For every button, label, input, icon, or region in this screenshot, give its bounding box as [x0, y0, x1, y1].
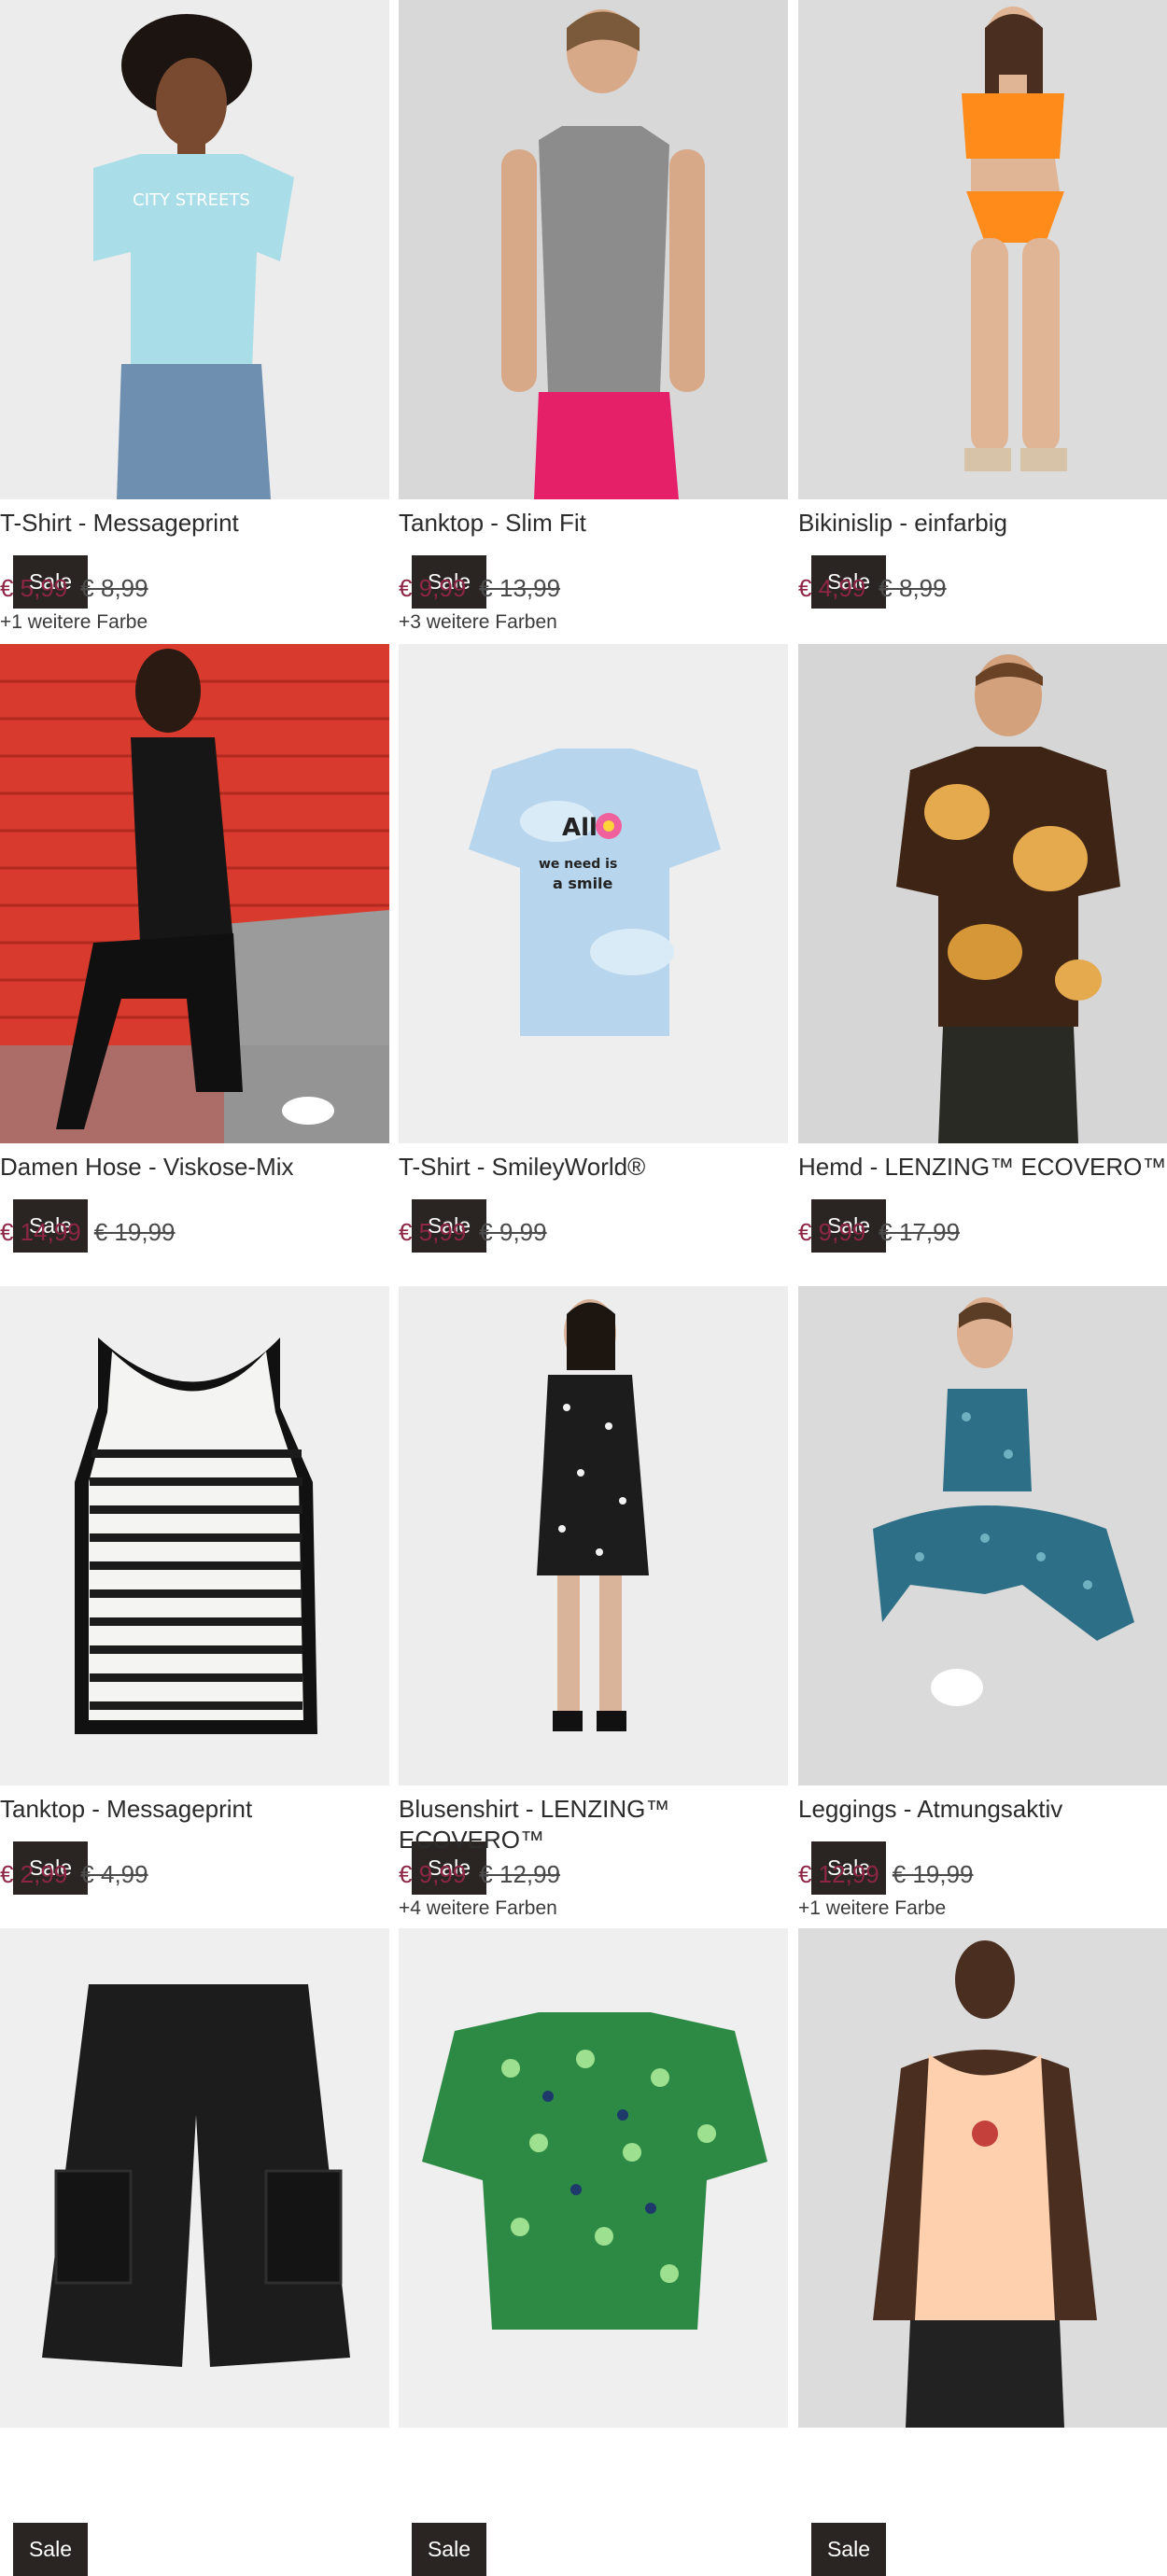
- price-group: € 14,99 € 19,99: [0, 1218, 176, 1247]
- sale-price: € 2,99: [0, 1860, 68, 1888]
- more-colors-link[interactable]: +1 weitere Farbe: [798, 1897, 946, 1920]
- original-price: € 8,99: [879, 574, 947, 602]
- price-group: € 4,99 € 8,99: [798, 574, 947, 603]
- price-group: € 2,99 € 4,99: [0, 1860, 148, 1889]
- price-group: € 9,99 € 13,99: [399, 574, 560, 603]
- sale-price: € 5,99: [399, 1218, 467, 1246]
- product-card[interactable]: Sale Hemd - LENZING™ ECOVERO™ € 9,99 € 17…: [798, 644, 1167, 1286]
- svg-text:CITY STREETS: CITY STREETS: [133, 190, 250, 210]
- sale-badge: Sale: [811, 2523, 886, 2576]
- original-price: € 17,99: [879, 1218, 961, 1246]
- sale-price: € 14,99: [0, 1218, 81, 1246]
- svg-text:All: All: [562, 814, 598, 842]
- product-card[interactable]: Sale Damen Hose - Viskose-Mix € 14,99 € 1…: [0, 644, 389, 1286]
- price-group: € 12,99 € 19,99: [798, 1860, 974, 1889]
- product-image[interactable]: [798, 1928, 1167, 2428]
- product-image[interactable]: [798, 0, 1167, 499]
- price-group: € 5,99 € 8,99: [0, 574, 148, 603]
- more-colors-link[interactable]: +4 weitere Farben: [399, 1897, 557, 1920]
- sale-badge: Sale: [412, 2523, 486, 2576]
- product-title[interactable]: Tanktop - Messageprint: [0, 1794, 389, 1825]
- product-card[interactable]: All we need is a smile Sale T-Shirt - Sm…: [399, 644, 788, 1286]
- product-card[interactable]: Sale: [0, 1928, 389, 2576]
- sale-price: € 5,99: [0, 574, 68, 602]
- product-image[interactable]: [399, 1928, 788, 2428]
- product-card[interactable]: Sale Bikinislip - einfarbig € 4,99 € 8,99: [798, 0, 1167, 642]
- product-image[interactable]: [798, 1286, 1167, 1785]
- product-image[interactable]: [0, 644, 389, 1143]
- original-price: € 13,99: [479, 574, 561, 602]
- price-group: € 9,99 € 17,99: [798, 1218, 960, 1247]
- price-group: € 9,99 € 12,99: [399, 1860, 560, 1889]
- original-price: € 12,99: [479, 1860, 561, 1888]
- product-card[interactable]: Sale: [399, 1928, 788, 2576]
- product-title[interactable]: Leggings - Atmungsaktiv: [798, 1794, 1167, 1825]
- product-image[interactable]: [399, 1286, 788, 1785]
- product-card[interactable]: Sale: [798, 1928, 1167, 2576]
- product-card[interactable]: Sale Tanktop - Messageprint € 2,99 € 4,99: [0, 1286, 389, 1928]
- svg-text:we need is: we need is: [539, 857, 617, 872]
- product-card[interactable]: CITY STREETS Sale T-Shirt - Messageprint…: [0, 0, 389, 642]
- product-title[interactable]: Blusenshirt - LENZING™ ECOVERO™: [399, 1794, 788, 1855]
- product-image[interactable]: [399, 0, 788, 499]
- original-price: € 4,99: [80, 1860, 148, 1888]
- product-image[interactable]: All we need is a smile: [399, 644, 788, 1143]
- sale-price: € 9,99: [798, 1218, 866, 1246]
- sale-badge: Sale: [13, 2523, 88, 2576]
- product-image[interactable]: [0, 1928, 389, 2428]
- product-image[interactable]: CITY STREETS: [0, 0, 389, 499]
- sale-price: € 9,99: [399, 574, 467, 602]
- sale-price: € 12,99: [798, 1860, 879, 1888]
- product-card[interactable]: Sale Leggings - Atmungsaktiv € 12,99 € 19…: [798, 1286, 1167, 1928]
- product-image[interactable]: [0, 1286, 389, 1785]
- product-card[interactable]: Sale Blusenshirt - LENZING™ ECOVERO™ € 9…: [399, 1286, 788, 1928]
- product-image[interactable]: [798, 644, 1167, 1143]
- product-title[interactable]: Hemd - LENZING™ ECOVERO™: [798, 1152, 1167, 1183]
- sale-price: € 9,99: [399, 1860, 467, 1888]
- original-price: € 9,99: [479, 1218, 547, 1246]
- product-title[interactable]: T-Shirt - SmileyWorld®: [399, 1152, 788, 1183]
- more-colors-link[interactable]: +1 weitere Farbe: [0, 611, 148, 634]
- sale-price: € 4,99: [798, 574, 866, 602]
- original-price: € 19,99: [892, 1860, 974, 1888]
- product-title[interactable]: Tanktop - Slim Fit: [399, 508, 788, 539]
- product-title[interactable]: Damen Hose - Viskose-Mix: [0, 1152, 389, 1183]
- original-price: € 19,99: [93, 1218, 176, 1246]
- product-title[interactable]: T-Shirt - Messageprint: [0, 508, 389, 539]
- product-title[interactable]: Bikinislip - einfarbig: [798, 508, 1167, 539]
- product-card[interactable]: Sale Tanktop - Slim Fit € 9,99 € 13,99 +3…: [399, 0, 788, 642]
- more-colors-link[interactable]: +3 weitere Farben: [399, 611, 557, 634]
- price-group: € 5,99 € 9,99: [399, 1218, 547, 1247]
- svg-text:a smile: a smile: [553, 875, 613, 892]
- original-price: € 8,99: [80, 574, 148, 602]
